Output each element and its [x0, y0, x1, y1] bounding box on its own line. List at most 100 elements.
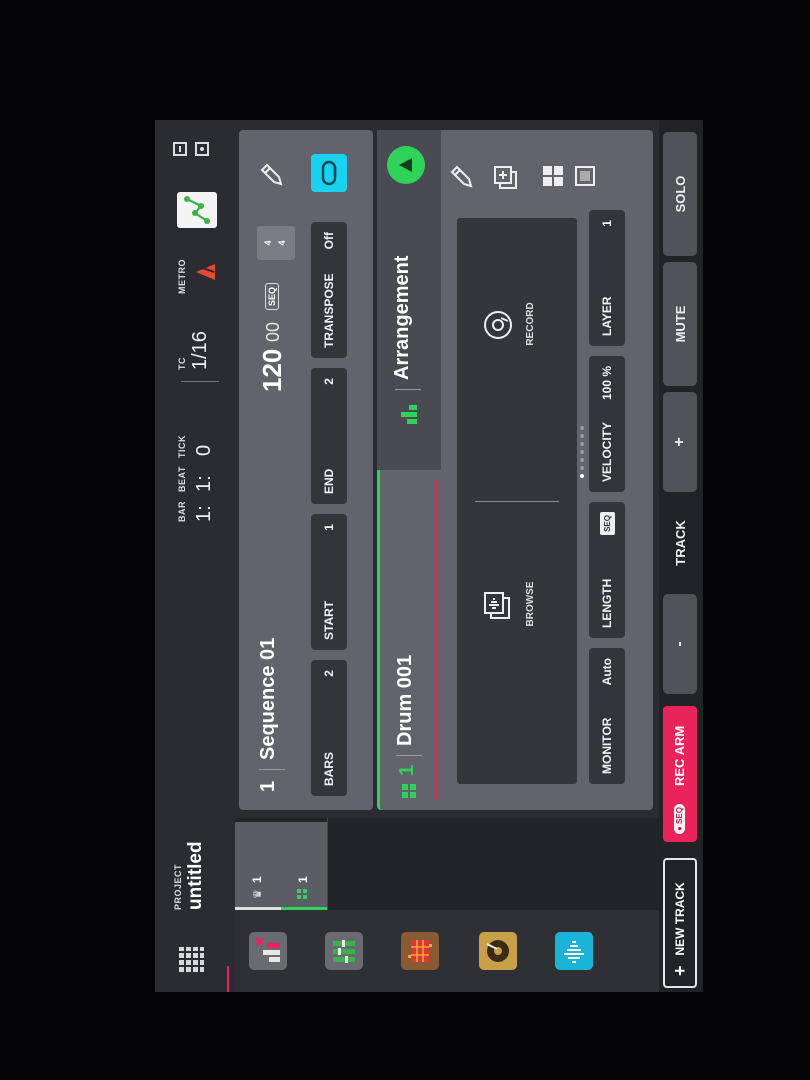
sidebar-item-audio-edit[interactable] [555, 932, 593, 970]
tick-value: 0 [193, 444, 215, 456]
project-block[interactable]: PROJECT untitled [173, 820, 223, 910]
crown-icon: ♛ [252, 889, 264, 899]
arrangement-divider [395, 389, 421, 390]
monitor-field[interactable]: MONITOR Auto [589, 648, 625, 784]
position-counter[interactable]: BAR BEAT TICK 1: 1: 0 [177, 392, 227, 522]
track-list-row[interactable]: ♛ 1 [235, 822, 281, 910]
bars-value: 2 [322, 670, 336, 677]
solo-button[interactable]: SOLO [663, 132, 697, 256]
bars-label: BARS [322, 751, 336, 786]
end-field[interactable]: END 2 [311, 368, 347, 504]
grid-edit-icon [408, 940, 432, 962]
drop-zone-divider [475, 501, 559, 502]
time-signature[interactable]: 4 4 [257, 226, 295, 260]
panel-layout-icon[interactable] [173, 142, 187, 156]
track-name: Drum 001 [394, 654, 416, 746]
transpose-field[interactable]: TRANSPOSE Off [311, 222, 347, 358]
tc-label: TC [177, 357, 187, 370]
start-value: 1 [322, 524, 336, 531]
length-label: LENGTH [600, 578, 614, 628]
bpm-decimal: 00 [263, 321, 283, 342]
tc-value: 1/16 [189, 331, 211, 370]
sidebar-item-track-mute[interactable] [249, 932, 287, 970]
sidebar-item-grid-edit[interactable] [401, 932, 439, 970]
track-name-tab[interactable]: 1 Drum 001 [377, 470, 441, 810]
sidebar-item-mixer[interactable] [325, 932, 363, 970]
track-list-row[interactable]: 1 [281, 822, 327, 910]
sidebar-active-indicator [227, 966, 229, 992]
track-tab-divider [396, 755, 422, 756]
record-icon [484, 311, 512, 339]
play-icon [399, 158, 412, 172]
automation-icon[interactable] [177, 192, 217, 228]
bar-value: 1: [193, 505, 215, 522]
timecorrect-block[interactable]: TC 1/16 [177, 310, 227, 370]
add-copy-icon[interactable] [491, 162, 521, 192]
app-screen: PROJECT untitled BAR BEAT TICK 1: 1: 0 T… [155, 120, 703, 992]
metronome-icon [196, 264, 215, 280]
record-button[interactable]: RECORD [467, 264, 567, 384]
track-label: TRACK [672, 520, 688, 566]
project-label: PROJECT [173, 863, 183, 910]
browse-icon [484, 592, 510, 619]
grid-icon [402, 784, 416, 798]
loop-icon [321, 160, 337, 186]
sequence-card: 1 Sequence 01 120 00 SEQ 4 4 BARS 2 START… [239, 130, 373, 810]
time-sig-bottom: 4 [277, 240, 287, 246]
track-minus-button[interactable]: - [663, 594, 697, 694]
apps-grid-icon[interactable] [177, 946, 205, 974]
seq-badge: SEQ [265, 282, 279, 310]
header-divider [181, 381, 219, 382]
layer-value: 1 [600, 220, 614, 227]
grid-icon [297, 889, 307, 899]
length-seq-badge: SEQ [599, 512, 615, 535]
velocity-field[interactable]: VELOCITY 100 % [589, 356, 625, 492]
browse-button[interactable]: BROWSE [467, 544, 567, 664]
seq-tag-label: SEQ [675, 807, 684, 824]
project-name: untitled [185, 841, 206, 910]
track-list-number: 1 [296, 876, 310, 883]
left-sidebar [235, 910, 659, 992]
mute-button[interactable]: MUTE [663, 262, 697, 386]
monitor-label: MONITOR [600, 717, 614, 774]
scroll-divider [327, 818, 328, 910]
track-number: 1 [396, 764, 418, 776]
sequence-divider [259, 769, 285, 770]
edit-sequence-icon[interactable] [257, 160, 287, 190]
edit-track-icon[interactable] [447, 162, 477, 192]
sequence-name[interactable]: Sequence 01 [257, 638, 280, 760]
transpose-label: TRANSPOSE [322, 273, 336, 348]
start-label: START [322, 600, 336, 640]
track-plus-button[interactable]: + [663, 392, 697, 492]
layer-label: LAYER [600, 296, 614, 336]
monitor-value: Auto [600, 658, 614, 686]
record-label: RECORD [525, 302, 536, 346]
arrangement-tab[interactable]: Arrangement [377, 130, 441, 470]
loop-button[interactable] [311, 154, 347, 192]
sidebar-item-sampler[interactable] [479, 932, 517, 970]
new-track-button[interactable]: + NEW TRACK [663, 858, 697, 988]
rec-arm-button[interactable]: ● SEQ REC ARM [663, 706, 697, 842]
metro-label: METRO [177, 259, 187, 294]
metronome-block[interactable]: METRO [177, 244, 227, 294]
start-field[interactable]: START 1 [311, 514, 347, 650]
plus-icon: + [669, 965, 690, 976]
drop-zone: BROWSE RECORD [457, 218, 577, 784]
new-track-label: NEW TRACK [673, 882, 687, 956]
bars-field[interactable]: BARS 2 [311, 660, 347, 796]
view-toggle-icon[interactable] [575, 166, 595, 186]
end-value: 2 [322, 378, 336, 385]
bpm-value[interactable]: 120 [257, 349, 288, 392]
play-button[interactable] [387, 146, 425, 184]
tick-label: TICK [177, 435, 187, 458]
track-tab-underline [436, 480, 438, 800]
beat-value: 1: [193, 475, 215, 492]
length-field[interactable]: LENGTH SEQ [589, 502, 625, 638]
velocity-value: 100 % [600, 366, 614, 401]
layer-field[interactable]: LAYER 1 [589, 210, 625, 346]
arrangement-label: Arrangement [391, 255, 413, 380]
pad-grid-icon[interactable] [541, 164, 565, 188]
turntable-icon [486, 940, 509, 962]
settings-small-icon[interactable] [195, 142, 209, 156]
sequence-number: 1 [257, 780, 279, 792]
